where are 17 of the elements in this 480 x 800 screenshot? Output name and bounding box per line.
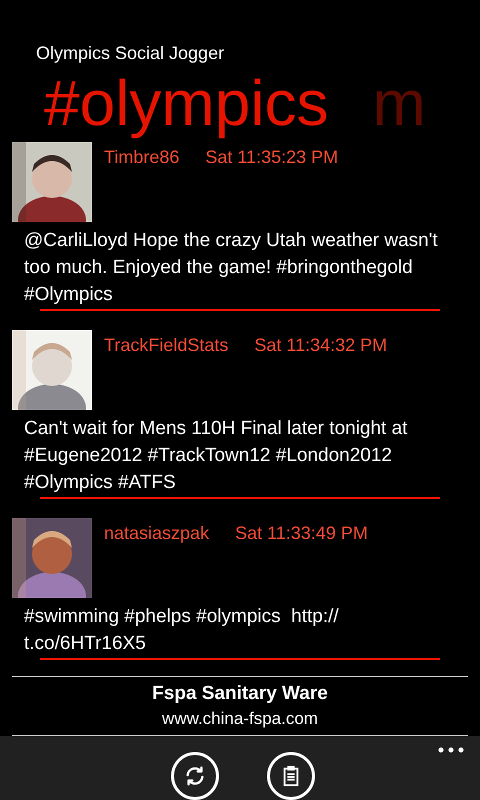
refresh-button[interactable] [170,752,218,800]
tweet-text: @CarliLloyd Hope the crazy Utah weather wasn't too much. Enjoyed the game! #bringonthegold #Olympics [23,228,439,307]
username[interactable]: Timbre86 [104,144,180,169]
tweet-text: #swimming #phelps #olympics http:// t.co/6HTr16X5 [23,604,340,656]
username[interactable]: natasiaszpak [104,520,210,545]
timestamp: Sat 11:33:49 PM [235,522,368,545]
more-icon[interactable] [438,747,464,753]
app-title: Olympics Social Jogger [35,42,224,65]
timestamp: Sat 11:35:23 PM [205,146,338,169]
tweet-text: Can't wait for Mens 110H Final later tonight at #Eugene2012 #TrackTown12 #London2012 #Olympics #ATFS [23,416,408,495]
ad-title: Fspa Sanitary Ware [152,682,328,706]
refresh-icon [184,765,206,787]
username[interactable]: TrackFieldStats [104,332,228,357]
ad-url: www.china-fspa.com [162,708,318,730]
timestamp: Sat 11:34:32 PM [254,334,388,357]
clipboard-button[interactable] [266,752,314,800]
pivot-header[interactable]: #olympics [44,66,329,139]
